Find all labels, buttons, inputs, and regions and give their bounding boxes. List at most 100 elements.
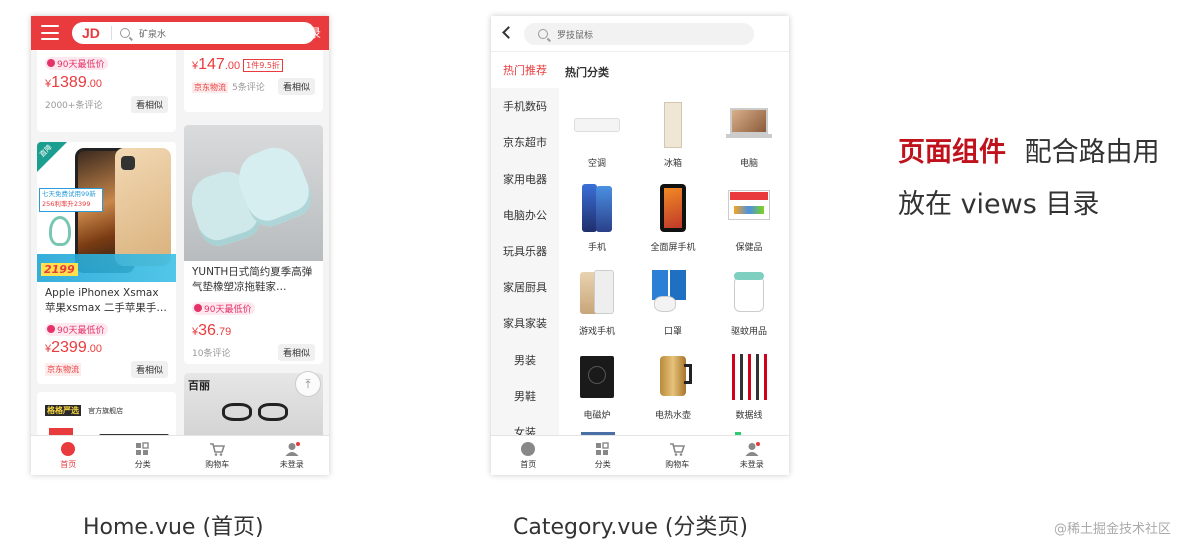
- item-label: 电脑: [739, 159, 758, 169]
- tab-user[interactable]: 未登录: [255, 436, 330, 475]
- product-title: YUNTH日式简约夏季高弹气垫橡塑凉拖鞋家…: [192, 266, 313, 293]
- sidebar-item[interactable]: 手机数码: [491, 88, 559, 124]
- tab-user[interactable]: 未登录: [715, 436, 790, 475]
- gaming-phone-image: [572, 268, 622, 318]
- sidebar-item[interactable]: 玩具乐器: [491, 233, 559, 269]
- sidebar-item[interactable]: 家居厨具: [491, 269, 559, 305]
- item-label: 全面屏手机: [650, 243, 696, 253]
- fridge-image: [648, 100, 698, 150]
- category-item-air-conditioner[interactable]: 空调: [559, 96, 635, 180]
- lowest-price-tag: 90天最低价: [45, 56, 109, 70]
- item-label: 保健品: [735, 243, 763, 253]
- tab-label: 购物车: [205, 459, 230, 469]
- product-price: ¥36.79: [192, 322, 232, 339]
- product-price: ¥1389.00: [45, 74, 103, 91]
- category-phone-screen: 罗技鼠标 热门推荐 手机数码 京东超市 家用电器 电脑办公 玩具乐器 家居厨具 …: [491, 16, 789, 475]
- category-header: 罗技鼠标: [491, 16, 789, 52]
- cart-icon: [669, 442, 686, 456]
- product-card-slippers[interactable]: YUNTH日式简约夏季高弹气垫橡塑凉拖鞋家… 90天最低价 ¥36.79 10条…: [184, 125, 323, 364]
- sidebar-item[interactable]: 男鞋: [491, 378, 559, 414]
- induction-cooker-image: [572, 352, 622, 402]
- item-label: 电热水壶: [654, 411, 691, 421]
- category-item-induction-cooker[interactable]: 电磁炉: [559, 348, 635, 432]
- find-similar-button[interactable]: 看相似: [130, 96, 168, 113]
- jd-logistics-tag: 京东物流: [192, 82, 228, 93]
- category-item-fullscreen-phone[interactable]: 全面屏手机: [635, 180, 711, 264]
- user-icon: [744, 441, 760, 456]
- find-similar-button[interactable]: 看相似: [277, 344, 315, 361]
- tab-category[interactable]: 分类: [106, 436, 181, 475]
- laptop-image: [724, 100, 774, 150]
- item-label: 数据线: [735, 411, 763, 421]
- item-label: 驱蚊用品: [730, 327, 767, 337]
- home-phone-screen: JD 矿泉水 登录 90天最低价 ¥1389.00 2000+条评论 看相似 ¥…: [31, 16, 329, 475]
- item-label: 电磁炉: [583, 411, 611, 421]
- product-feed: 90天最低价 ¥1389.00 2000+条评论 看相似 ¥147.00 1件9…: [31, 50, 329, 436]
- lowest-price-tag: 90天最低价: [192, 301, 256, 315]
- sidebar-item[interactable]: 家具家装: [491, 305, 559, 341]
- section-title: 热门分类: [565, 66, 609, 79]
- slippers-product-image: [184, 125, 323, 261]
- tab-label: 购物车: [665, 459, 690, 469]
- sidebar-item[interactable]: 京东超市: [491, 124, 559, 160]
- data-cable-image: [724, 352, 774, 402]
- search-bar[interactable]: 罗技鼠标: [524, 23, 754, 45]
- bottom-tabbar: 首页 分类 购物车 未登录: [491, 435, 789, 475]
- cart-icon: [209, 442, 226, 456]
- menu-icon[interactable]: [41, 25, 59, 40]
- price-sticker: 2199: [41, 263, 78, 276]
- product-card[interactable]: ¥147.00 1件9.5折 京东物流 5条评论 看相似: [184, 50, 323, 112]
- sidebar-item[interactable]: 家用电器: [491, 161, 559, 197]
- home-icon: [520, 441, 536, 456]
- description-line-1: 页面组件 配合路由用: [898, 130, 1160, 169]
- home-header: JD 矿泉水 登录: [31, 16, 329, 50]
- category-item-mosquito[interactable]: 驱蚊用品: [711, 264, 787, 348]
- sidebar-item[interactable]: 电脑办公: [491, 197, 559, 233]
- description-text: 配合路由用: [1024, 137, 1160, 168]
- tab-home[interactable]: 首页: [31, 436, 106, 475]
- review-count: 5条评论: [232, 83, 265, 93]
- fullscreen-phone-image: [648, 184, 698, 234]
- tab-label: 未登录: [739, 459, 764, 469]
- tab-category[interactable]: 分类: [566, 436, 641, 475]
- highlight-text: 页面组件: [898, 137, 1006, 168]
- product-title: Apple iPhonex Xsmax苹果xsmax 二手苹果手…: [45, 287, 167, 314]
- description-line-2: 放在 views 目录: [898, 189, 1100, 220]
- tab-label: 分类: [134, 459, 151, 469]
- product-card[interactable]: 格格严选 官方旗舰店: [37, 392, 176, 436]
- category-icon: [135, 441, 151, 456]
- tab-home[interactable]: 首页: [491, 436, 566, 475]
- item-label: 口罩: [663, 327, 682, 337]
- discount-tag: 1件9.5折: [243, 58, 283, 72]
- back-icon[interactable]: [502, 26, 515, 39]
- category-item-cable[interactable]: 数据线: [711, 348, 787, 432]
- category-item-mask[interactable]: 口罩: [635, 264, 711, 348]
- category-item-health[interactable]: 保健品: [711, 180, 787, 264]
- category-item-fridge[interactable]: 冰箱: [635, 96, 711, 180]
- tab-label: 分类: [594, 459, 611, 469]
- sidebar-item[interactable]: 热门推荐: [491, 52, 559, 89]
- product-card[interactable]: 90天最低价 ¥1389.00 2000+条评论 看相似: [37, 50, 176, 132]
- search-bar[interactable]: JD 矿泉水: [72, 22, 315, 44]
- category-item-phone[interactable]: 手机: [559, 180, 635, 264]
- phone-image: [572, 184, 622, 234]
- sidebar-item[interactable]: 男装: [491, 342, 559, 378]
- login-link[interactable]: 登录: [297, 24, 321, 41]
- home-caption: Home.vue (首页): [83, 515, 264, 540]
- promo-banner: 七天免费试用99新 256利率升2399: [39, 188, 103, 212]
- tab-cart[interactable]: 购物车: [640, 436, 715, 475]
- category-sidebar: 热门推荐 手机数码 京东超市 家用电器 电脑办公 玩具乐器 家居厨具 家具家装 …: [491, 52, 559, 439]
- jd-logistics-tag: 京东物流: [45, 363, 81, 376]
- bottom-tabbar: 首页 分类 购物车 未登录: [31, 435, 329, 475]
- item-label: 空调: [587, 159, 606, 169]
- category-item-kettle[interactable]: 电热水壶: [635, 348, 711, 432]
- product-card-iphone[interactable]: 直降 七天免费试用99新 256利率升2399 2199 Apple iPhon…: [37, 142, 176, 384]
- find-similar-button[interactable]: 看相似: [130, 361, 168, 378]
- tab-cart[interactable]: 购物车: [180, 436, 255, 475]
- user-icon: [284, 441, 300, 456]
- back-to-top-button[interactable]: ⤒: [295, 371, 321, 397]
- find-similar-button[interactable]: 看相似: [277, 78, 315, 95]
- health-supplement-image: [724, 184, 774, 234]
- category-item-gaming-phone[interactable]: 游戏手机: [559, 264, 635, 348]
- category-item-computer[interactable]: 电脑: [711, 96, 787, 180]
